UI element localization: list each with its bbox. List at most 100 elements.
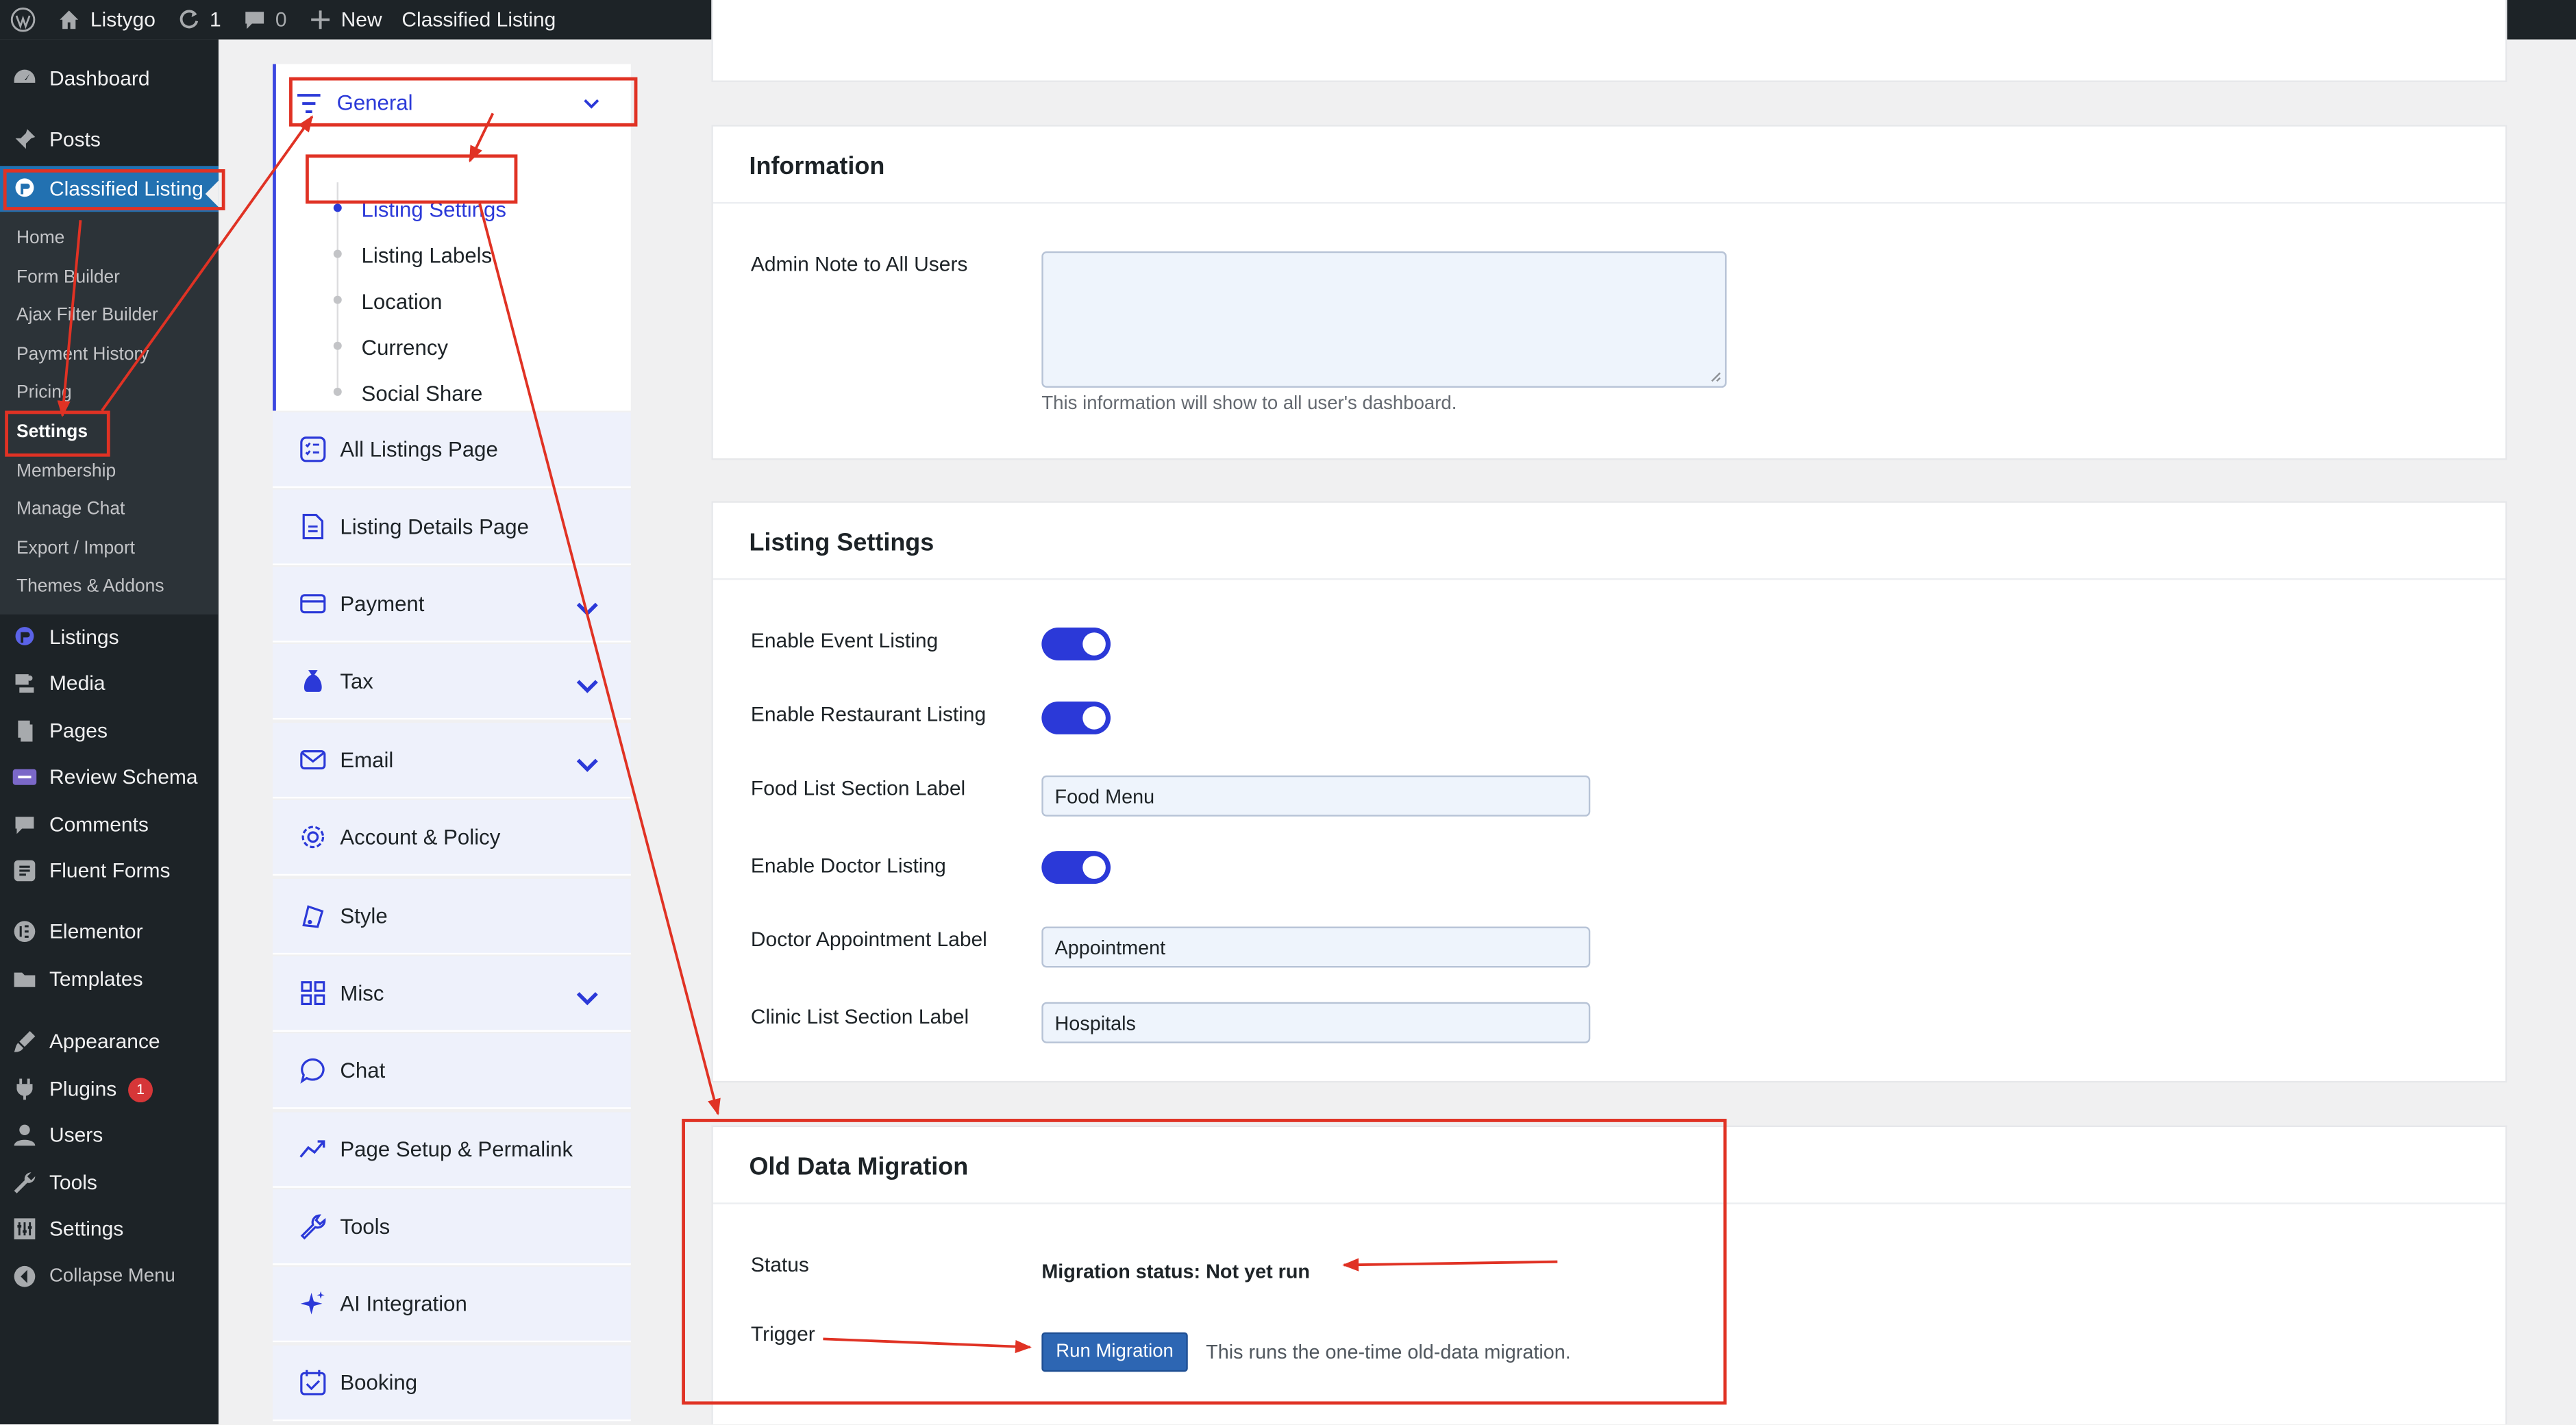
new-content-link[interactable]: New: [297, 0, 392, 40]
chevron-down-icon[interactable]: [573, 595, 602, 623]
submenu-manage-chat[interactable]: Manage Chat: [16, 493, 125, 525]
bullet-dot: [333, 387, 342, 396]
food-section-input[interactable]: Food Menu: [1041, 775, 1591, 817]
trend-icon: [299, 1140, 325, 1158]
menu-item-collapse[interactable]: Collapse Menu: [0, 1254, 219, 1300]
menu-item-plugins[interactable]: Plugins 1: [0, 1066, 219, 1112]
general-sub-location[interactable]: Location: [362, 286, 443, 315]
brush-icon: [14, 1030, 36, 1052]
general-sub-social-share[interactable]: Social Share: [362, 378, 483, 408]
restaurant-listing-toggle[interactable]: [1041, 701, 1111, 734]
restaurant-listing-label: Enable Restaurant Listing: [750, 703, 987, 726]
submenu-export-import[interactable]: Export / Import: [16, 532, 135, 565]
updates-link[interactable]: 1: [165, 0, 231, 40]
menu-item-fluent-forms[interactable]: Fluent Forms: [0, 847, 219, 893]
event-listing-toggle[interactable]: [1041, 628, 1111, 660]
wrench-icon: [300, 1214, 326, 1240]
divider: [713, 578, 2505, 580]
nav-all-listings-page[interactable]: All Listings Page: [273, 412, 631, 488]
menu-item-review-schema[interactable]: Review Schema: [0, 754, 219, 800]
menu-item-settings[interactable]: Settings: [0, 1206, 219, 1252]
nav-page-setup-permalink[interactable]: Page Setup & Permalink: [273, 1112, 631, 1188]
annotation-box-general: [289, 77, 638, 127]
nav-ai-integration[interactable]: AI Integration: [273, 1266, 631, 1343]
listings-icon: [15, 627, 34, 645]
menu-label: Comments: [49, 813, 149, 837]
clinic-section-input[interactable]: Hospitals: [1041, 1002, 1591, 1043]
menu-item-tools[interactable]: Tools: [0, 1160, 219, 1206]
classified-listing-link[interactable]: Classified Listing: [392, 0, 566, 40]
tax-bag-icon: [304, 670, 322, 692]
listing-settings-card: Listing Settings Enable Event Listing En…: [711, 501, 2507, 1083]
gear-icon: [301, 826, 325, 849]
menu-item-pages[interactable]: Pages: [0, 708, 219, 754]
submenu-membership[interactable]: Membership: [16, 455, 116, 488]
previous-card: [711, 0, 2507, 82]
nav-misc[interactable]: Misc: [273, 956, 631, 1032]
submenu-themes-addons[interactable]: Themes & Addons: [16, 570, 164, 603]
chevron-down-icon[interactable]: [573, 984, 602, 1012]
media-icon: [15, 674, 34, 693]
appointment-input[interactable]: Appointment: [1041, 926, 1591, 968]
menu-item-posts[interactable]: Posts: [0, 116, 219, 162]
nav-account-policy[interactable]: Account & Policy: [273, 800, 631, 876]
nav-listing-details-page[interactable]: Listing Details Page: [273, 489, 631, 565]
general-sub-listing-labels[interactable]: Listing Labels: [362, 240, 493, 269]
menu-item-listings[interactable]: Listings: [0, 615, 219, 660]
submenu-home[interactable]: Home: [16, 222, 64, 255]
submenu-payment-history[interactable]: Payment History: [16, 338, 149, 371]
user-icon: [14, 1124, 36, 1146]
menu-label: Dashboard: [49, 67, 150, 90]
style-icon: [302, 905, 324, 928]
admin-note-textarea[interactable]: [1041, 251, 1727, 388]
nav-tax[interactable]: Tax: [273, 644, 631, 720]
nav-chat[interactable]: Chat: [273, 1033, 631, 1109]
menu-item-dashboard[interactable]: Dashboard: [0, 56, 219, 102]
nav-tools[interactable]: Tools: [273, 1189, 631, 1265]
collapse-icon: [14, 1265, 36, 1287]
chevron-down-icon[interactable]: [573, 751, 602, 779]
list-check-icon: [300, 436, 326, 462]
nav-label: Chat: [340, 1058, 386, 1083]
appointment-label: Doctor Appointment Label: [750, 928, 987, 952]
menu-item-comments[interactable]: Comments: [0, 802, 219, 847]
nav-email[interactable]: Email: [273, 723, 631, 799]
submenu-pricing[interactable]: Pricing: [16, 376, 72, 409]
clinic-section-label: Clinic List Section Label: [750, 1005, 969, 1029]
menu-item-appearance[interactable]: Appearance: [0, 1019, 219, 1065]
elementor-icon: [14, 921, 36, 943]
menu-item-elementor[interactable]: Elementor: [0, 908, 219, 954]
general-sub-currency[interactable]: Currency: [362, 332, 448, 361]
menu-item-users[interactable]: Users: [0, 1112, 219, 1158]
information-title: Information: [749, 153, 885, 181]
nav-label: Booking: [340, 1370, 418, 1395]
menu-item-media[interactable]: Media: [0, 660, 219, 706]
menu-label: Fluent Forms: [49, 859, 171, 882]
admin-note-label: Admin Note to All Users: [750, 253, 968, 276]
chevron-down-icon[interactable]: [573, 672, 602, 700]
wrench-icon: [14, 1172, 36, 1193]
submenu-form-builder[interactable]: Form Builder: [16, 261, 120, 294]
site-name: Listygo: [90, 8, 156, 32]
nav-label: All Listings Page: [340, 436, 498, 462]
nav-label: Misc: [340, 980, 384, 1006]
calendar-icon: [300, 1370, 326, 1396]
nav-label: Payment: [340, 591, 425, 617]
nav-style[interactable]: Style: [273, 878, 631, 955]
wordpress-logo[interactable]: [0, 0, 46, 40]
comments-link[interactable]: 0: [231, 0, 297, 40]
nav-booking[interactable]: Booking: [273, 1345, 631, 1422]
submenu-ajax-filter-builder[interactable]: Ajax Filter Builder: [16, 299, 158, 332]
menu-item-templates[interactable]: Templates: [0, 956, 219, 1002]
menu-label: Review Schema: [49, 765, 198, 789]
review-schema-icon: [12, 769, 37, 785]
nav-payment[interactable]: Payment: [273, 567, 631, 643]
bullet-dot: [333, 203, 342, 212]
plus-icon: [310, 10, 329, 29]
information-card: Information Admin Note to All Users This…: [711, 125, 2507, 460]
chat-icon: [300, 1058, 325, 1084]
nav-label: Listing Details Page: [340, 514, 529, 539]
doctor-listing-toggle[interactable]: [1041, 851, 1111, 884]
annotation-box-listing-settings: [306, 154, 518, 204]
site-name-link[interactable]: Listygo: [46, 0, 165, 40]
